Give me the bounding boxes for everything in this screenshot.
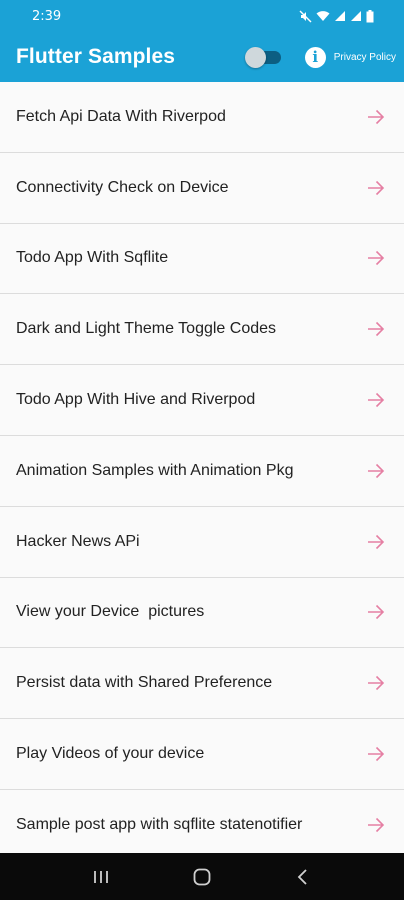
list-item-label: Sample post app with sqflite statenotifi… — [16, 815, 303, 833]
signal-icon — [351, 11, 361, 21]
wifi-icon — [316, 11, 330, 21]
list-item-label: Dark and Light Theme Toggle Codes — [16, 320, 277, 338]
list-item[interactable]: Dark and Light Theme Toggle Codes — [0, 294, 404, 366]
list-item[interactable]: Connectivity Check on Device — [0, 152, 404, 224]
status-time: 2:39 — [32, 8, 62, 24]
battery-icon — [366, 9, 374, 22]
list-item-label: Hacker News APi — [16, 532, 140, 550]
back-icon[interactable] — [288, 862, 318, 892]
list-item[interactable]: Todo App With Sqflite — [0, 223, 404, 295]
arrow-right-icon — [366, 815, 386, 835]
list-item[interactable]: View your Device pictures — [0, 577, 404, 649]
list-item-label: Fetch Api Data With Riverpod — [16, 107, 226, 125]
arrow-right-icon — [366, 673, 386, 693]
list-item[interactable]: Persist data with Shared Preference — [0, 648, 404, 720]
list-item[interactable]: Fetch Api Data With Riverpod — [0, 82, 404, 153]
list-item[interactable]: Todo App With Hive and Riverpod — [0, 365, 404, 436]
arrow-right-icon — [366, 390, 386, 410]
home-icon[interactable] — [187, 862, 217, 892]
list-item-label: Connectivity Check on Device — [16, 178, 229, 196]
recents-icon[interactable] — [86, 862, 116, 892]
app-bar: Flutter Samples i Privacy Policy — [0, 32, 404, 82]
list-item[interactable]: Sample post app with sqflite statenotifi… — [0, 789, 404, 861]
arrow-right-icon — [366, 248, 386, 268]
arrow-right-icon — [366, 744, 386, 764]
list-item-label: Persist data with Shared Preference — [16, 674, 273, 692]
list-item-label: Todo App With Hive and Riverpod — [16, 391, 256, 409]
theme-toggle[interactable] — [244, 47, 283, 68]
list-item[interactable]: Play Videos of your device — [0, 719, 404, 790]
list-item[interactable]: Animation Samples with Animation Pkg — [0, 435, 404, 507]
status-icons — [299, 9, 374, 23]
list-item-label: Animation Samples with Animation Pkg — [16, 461, 294, 479]
arrow-right-icon — [366, 532, 386, 552]
arrow-right-icon — [366, 461, 386, 481]
list-item-label: View your Device pictures — [16, 603, 205, 621]
app-title: Flutter Samples — [16, 45, 176, 68]
info-icon[interactable]: i — [304, 46, 326, 68]
samples-list: Fetch Api Data With Riverpod Connectivit… — [0, 82, 404, 861]
arrow-right-icon — [366, 178, 386, 198]
list-item-label: Todo App With Sqflite — [16, 249, 169, 267]
mute-icon — [299, 10, 312, 22]
privacy-policy-link[interactable]: Privacy Policy — [334, 52, 396, 63]
system-nav-bar — [0, 853, 404, 900]
toggle-thumb — [244, 47, 266, 68]
list-item-label: Play Videos of your device — [16, 745, 205, 763]
arrow-right-icon — [366, 602, 386, 622]
arrow-right-icon — [366, 319, 386, 339]
list-item[interactable]: Hacker News APi — [0, 506, 404, 578]
signal-icon — [335, 11, 345, 21]
arrow-right-icon — [366, 107, 386, 127]
status-bar: 2:39 — [0, 0, 404, 32]
